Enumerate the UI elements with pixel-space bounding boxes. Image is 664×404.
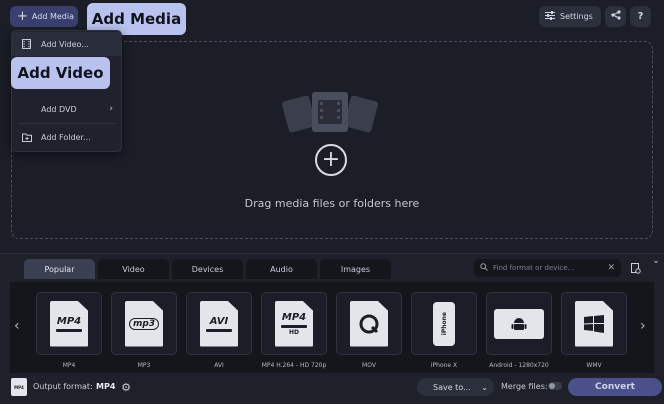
sliders-icon bbox=[545, 11, 555, 22]
gear-icon[interactable]: ⚙ bbox=[119, 380, 133, 394]
menu-item-add-dvd[interactable]: Add DVD › bbox=[12, 97, 121, 121]
folder-icon bbox=[22, 133, 34, 142]
format-card: iPhone bbox=[411, 292, 477, 355]
save-to-button[interactable]: Save to... ⌄ bbox=[417, 378, 494, 396]
format-item-avi[interactable]: AVI AVI bbox=[186, 292, 252, 372]
tab-devices[interactable]: Devices bbox=[172, 259, 243, 279]
menu-divider bbox=[18, 123, 116, 124]
search-placeholder: Find format or device... bbox=[493, 264, 575, 272]
format-settings-icon[interactable] bbox=[628, 259, 644, 277]
output-format-label: Output format: bbox=[33, 382, 93, 391]
convert-button[interactable]: Convert bbox=[568, 378, 662, 396]
add-video-callout: Add Video bbox=[11, 57, 110, 89]
help-button[interactable]: ? bbox=[630, 6, 651, 27]
iphone-icon: iPhone bbox=[433, 301, 455, 346]
media-illustration-icon bbox=[280, 90, 380, 140]
mp3-file-icon: mp3 bbox=[125, 300, 163, 347]
format-label: MOV bbox=[362, 362, 376, 369]
chevron-down-icon[interactable]: ⌄ bbox=[481, 383, 488, 392]
tab-audio[interactable]: Audio bbox=[246, 259, 317, 279]
format-card: MP4 HD bbox=[261, 292, 327, 355]
windows-media-icon bbox=[575, 300, 613, 347]
add-media-label: Add Media bbox=[31, 12, 74, 21]
add-media-button[interactable]: + Add Media bbox=[10, 6, 78, 27]
format-tabs: Popular Video Devices Audio Images bbox=[24, 259, 391, 279]
chevron-down-icon[interactable]: ⌄ bbox=[648, 254, 664, 268]
format-card: mp3 bbox=[111, 292, 177, 355]
chevron-right-icon: › bbox=[109, 104, 113, 114]
chevron-right-icon[interactable]: › bbox=[640, 318, 646, 334]
format-card bbox=[336, 292, 402, 355]
tab-video[interactable]: Video bbox=[98, 259, 169, 279]
format-label: WMV bbox=[586, 362, 602, 369]
format-item-mp4[interactable]: MP4 MP4 bbox=[36, 292, 102, 372]
menu-item-label: Add Video... bbox=[41, 39, 89, 49]
share-button[interactable] bbox=[605, 6, 626, 27]
menu-item-add-folder[interactable]: Add Folder... bbox=[12, 125, 121, 149]
format-item-mp4-hd[interactable]: MP4 HD MP4 H.264 - HD 720p bbox=[261, 292, 327, 372]
settings-button[interactable]: Settings bbox=[539, 6, 601, 27]
format-label: MP3 bbox=[137, 362, 151, 369]
save-to-label: Save to... bbox=[433, 382, 471, 392]
format-card bbox=[486, 292, 552, 355]
format-card: AVI bbox=[186, 292, 252, 355]
format-search-input[interactable]: Find format or device... ✕ bbox=[474, 259, 621, 277]
android-icon bbox=[494, 308, 544, 339]
format-list: ‹ MP4 MP4 mp3 MP3 AVI AVI MP4 HD MP4 H.26… bbox=[10, 282, 654, 373]
format-item-iphone-x[interactable]: iPhone iPhone X bbox=[411, 292, 477, 372]
merge-files-label: Merge files: bbox=[501, 382, 548, 391]
format-label: MP4 bbox=[62, 362, 76, 369]
add-media-menu: Add Video... Add DVD › Add Folder... bbox=[11, 30, 122, 152]
menu-item-label: Add Folder... bbox=[41, 132, 91, 142]
merge-files-toggle[interactable] bbox=[548, 382, 562, 390]
format-card bbox=[561, 292, 627, 355]
tab-popular[interactable]: Popular bbox=[24, 259, 95, 279]
output-format-value: MP4 bbox=[96, 382, 116, 391]
settings-label: Settings bbox=[560, 12, 593, 21]
plus-icon: + bbox=[17, 9, 28, 24]
format-label: AVI bbox=[214, 362, 224, 369]
chevron-left-icon[interactable]: ‹ bbox=[14, 318, 20, 334]
add-files-icon[interactable]: + bbox=[315, 144, 347, 176]
close-icon[interactable]: ✕ bbox=[607, 263, 615, 273]
mp4-file-icon: MP4 bbox=[50, 300, 88, 347]
avi-file-icon: AVI bbox=[200, 300, 238, 347]
search-icon bbox=[480, 263, 488, 273]
format-label: Android - 1280x720 bbox=[489, 362, 549, 369]
tab-images[interactable]: Images bbox=[320, 259, 391, 279]
format-card: MP4 bbox=[36, 292, 102, 355]
film-icon bbox=[22, 39, 34, 49]
format-item-android[interactable]: Android - 1280x720 bbox=[486, 292, 552, 372]
menu-item-add-video[interactable]: Add Video... bbox=[12, 32, 121, 56]
format-label: MP4 H.264 - HD 720p bbox=[261, 362, 327, 369]
format-item-wmv[interactable]: WMV bbox=[561, 292, 627, 372]
format-item-mov[interactable]: MOV bbox=[336, 292, 402, 372]
format-item-mp3[interactable]: mp3 MP3 bbox=[111, 292, 177, 372]
mp4-hd-file-icon: MP4 HD bbox=[275, 300, 313, 347]
drop-hint: Drag media files or folders here bbox=[244, 197, 420, 210]
help-icon: ? bbox=[637, 11, 644, 22]
menu-item-label: Add DVD bbox=[41, 104, 77, 114]
quicktime-icon bbox=[350, 300, 388, 347]
output-format-icon: MP4 bbox=[11, 378, 27, 396]
share-icon bbox=[610, 10, 621, 23]
format-label: iPhone X bbox=[430, 362, 458, 369]
